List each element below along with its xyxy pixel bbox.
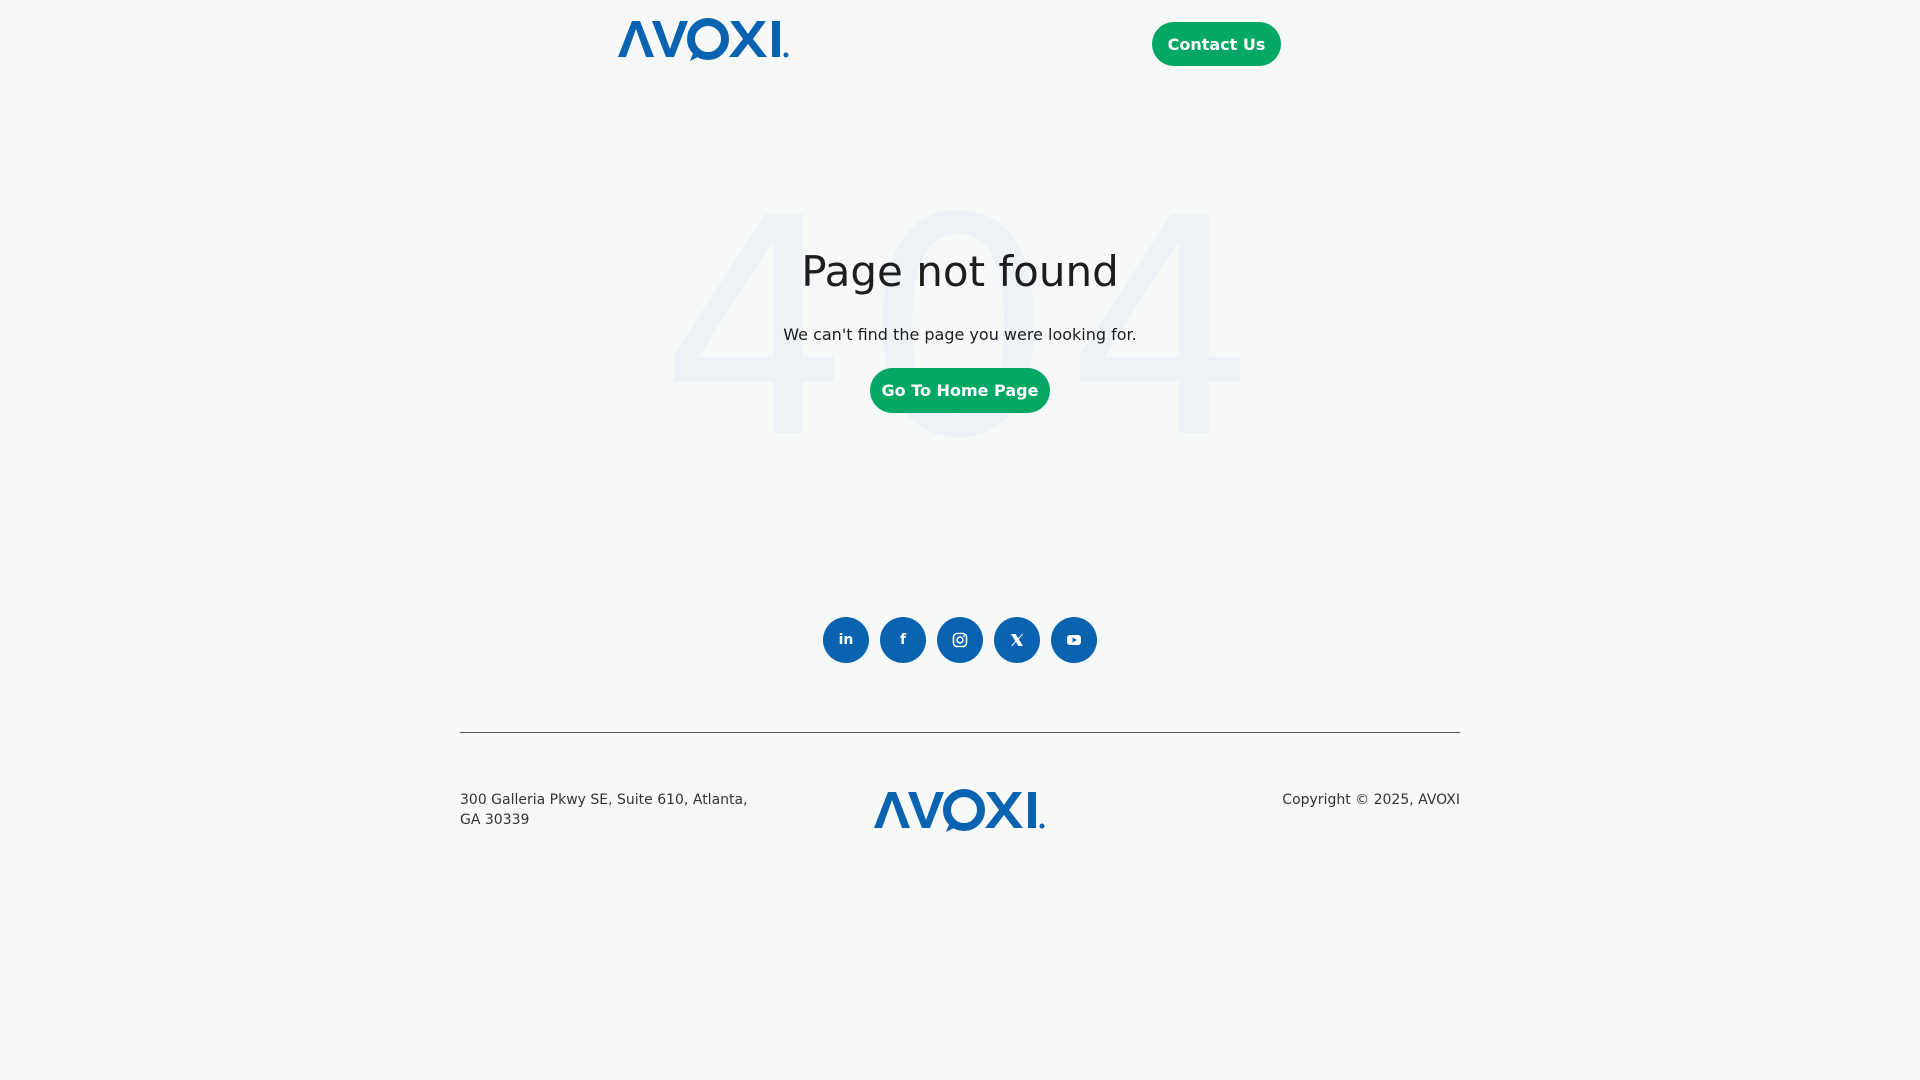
- social-links: in f: [823, 617, 1097, 663]
- footer-address: 300 Galleria Pkwy SE, Suite 610, Atlanta…: [460, 792, 748, 828]
- avoxi-logo-icon: [874, 789, 1045, 832]
- footer-divider: [460, 732, 1460, 733]
- avoxi-logo-icon: [618, 18, 789, 61]
- page: Contact Us 404 Page not found We can't f…: [0, 0, 1920, 1080]
- contact-us-button[interactable]: Contact Us: [1152, 22, 1281, 66]
- youtube-icon: [1067, 635, 1081, 645]
- page-title: Page not found: [801, 247, 1119, 296]
- facebook-icon: f: [899, 632, 907, 648]
- linkedin-link[interactable]: in: [823, 617, 869, 663]
- facebook-link[interactable]: f: [880, 617, 926, 663]
- instagram-link[interactable]: [937, 617, 983, 663]
- x-twitter-link[interactable]: [994, 617, 1040, 663]
- go-to-home-page-button[interactable]: Go To Home Page: [870, 368, 1050, 413]
- page-subtitle: We can't find the page you were looking …: [783, 325, 1137, 344]
- instagram-icon: [952, 632, 968, 648]
- header-logo[interactable]: [616, 17, 792, 61]
- x-twitter-icon: [1011, 634, 1024, 646]
- footer-logo[interactable]: [872, 788, 1048, 832]
- footer-copyright: Copyright © 2025, AVOXI: [1282, 792, 1460, 808]
- youtube-link[interactable]: [1051, 617, 1097, 663]
- linkedin-icon: in: [838, 632, 854, 648]
